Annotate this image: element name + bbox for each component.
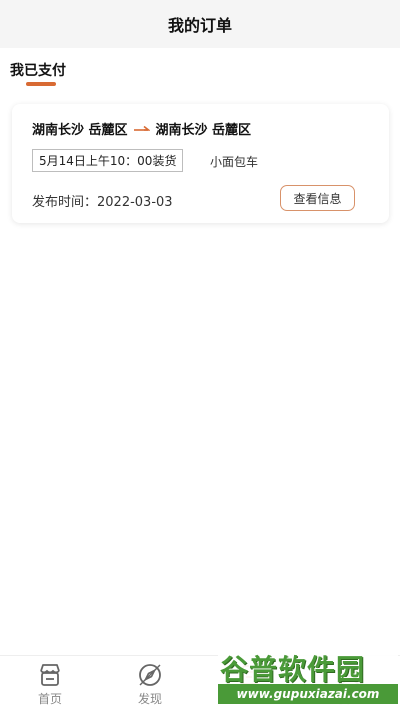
tab-active-indicator [26, 82, 56, 86]
route-origin: 湖南长沙 岳麓区 [32, 123, 128, 138]
watermark-url: www.gupuxiazai.com [218, 684, 398, 704]
nav-label-home: 首页 [37, 692, 62, 706]
store-icon [37, 662, 63, 688]
watermark-logo: 谷普软件园 www.gupuxiazai.com [218, 646, 398, 708]
arrow-right-icon [133, 124, 150, 134]
nav-item-discover[interactable]: 发现 [120, 662, 180, 710]
nav-label-discover: 发现 [137, 692, 162, 706]
nav-item-home[interactable]: 首页 [20, 662, 80, 710]
vehicle-type: 小面包车 [210, 155, 259, 169]
order-card[interactable]: 湖南长沙 岳麓区 湖南长沙 岳麓区 5月14日上午10：00装货 小面包车 发布… [12, 104, 389, 223]
tab-paid[interactable]: 我已支付 [10, 60, 66, 86]
view-info-button[interactable]: 查看信息 [280, 185, 355, 211]
load-time-text: 5月14日上午10：00装货 [39, 154, 177, 168]
compass-icon [137, 662, 163, 688]
load-time-tag: 5月14日上午10：00装货 [32, 149, 184, 172]
watermark-title: 谷普软件园 [220, 653, 366, 686]
page-title: 我的订单 [167, 16, 232, 35]
app-header: 我的订单 [0, 0, 400, 48]
publish-time: 发布时间：2022-03-03 [32, 195, 173, 210]
route-destination: 湖南长沙 岳麓区 [155, 123, 252, 138]
order-route: 湖南长沙 岳麓区 湖南长沙 岳麓区 [32, 119, 251, 138]
tab-paid-label: 我已支付 [10, 63, 66, 79]
